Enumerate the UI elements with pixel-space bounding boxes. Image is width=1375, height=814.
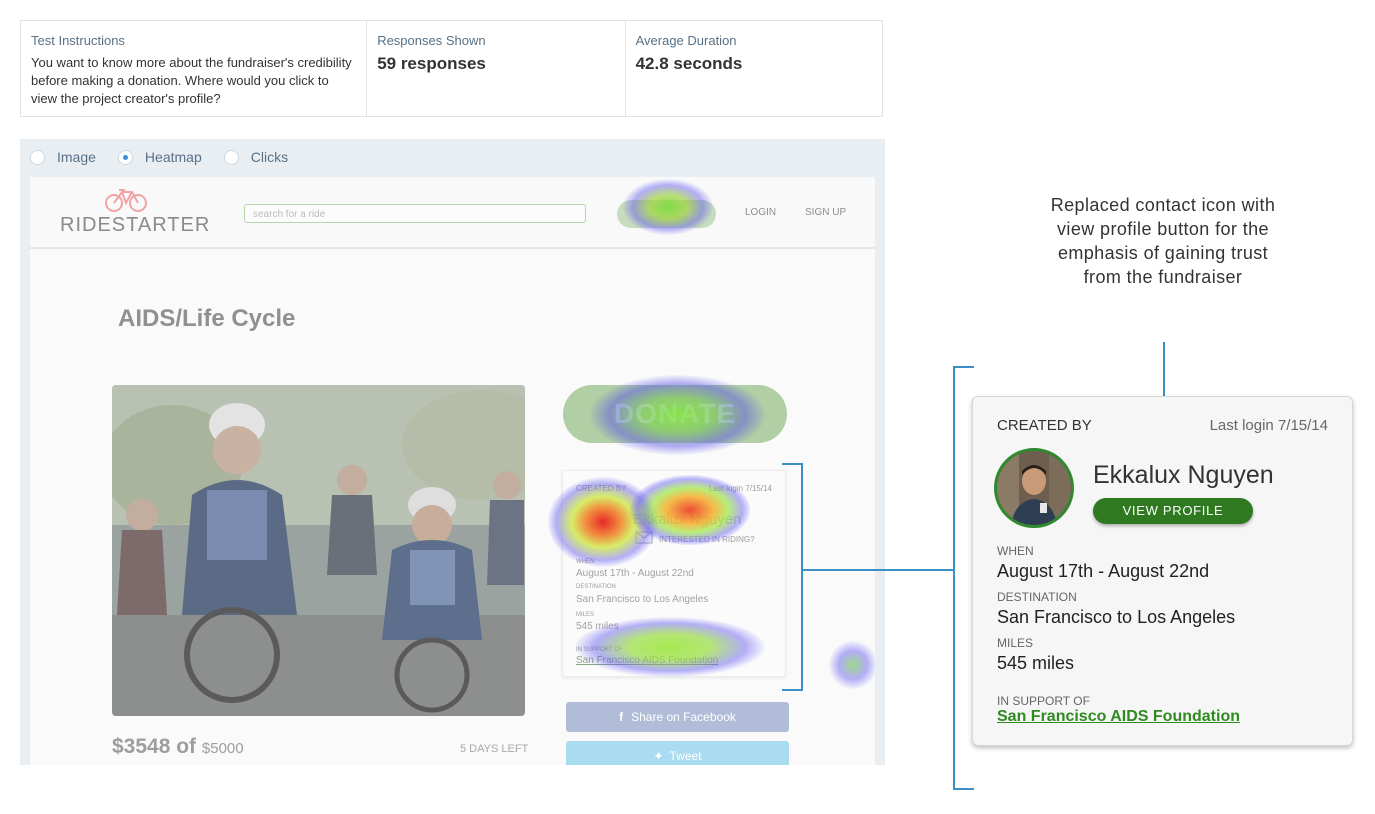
mini-destination: San Francisco to Los Angeles	[576, 594, 709, 605]
card-last-login: Last login 7/15/14	[1209, 417, 1328, 434]
view-mode-clicks[interactable]: Clicks	[223, 149, 289, 165]
mini-last-login: Last login 7/15/14	[708, 484, 772, 493]
tweet-button[interactable]: ✦ Tweet	[566, 741, 789, 765]
project-hero-image	[112, 385, 525, 716]
card-miles-label: MILES	[997, 636, 1034, 650]
share-facebook-label: Share on Facebook	[631, 710, 736, 724]
card-creator-name: Ekkalux Nguyen	[1093, 461, 1274, 489]
average-duration-value: 42.8 seconds	[635, 54, 743, 73]
view-mode-clicks-label: Clicks	[250, 149, 289, 165]
card-support-label: IN SUPPORT OF	[997, 694, 1090, 708]
mini-creator-name[interactable]: Ekkalux Nguyen	[633, 511, 741, 528]
days-left: 5 DAYS LEFT	[460, 743, 529, 755]
view-mode-image[interactable]: Image	[30, 149, 96, 165]
heatmap-spot-side	[828, 640, 875, 690]
responses-shown: Responses Shown 59 responses	[367, 21, 626, 116]
mini-created-by: CREATED BY	[576, 484, 627, 493]
view-mode-heatmap[interactable]: Heatmap	[117, 149, 202, 165]
radio-heatmap[interactable]	[117, 149, 133, 165]
mini-interested[interactable]: INTERESTED IN RIDING?	[659, 535, 755, 544]
responses-shown-value: 59 responses	[377, 54, 486, 73]
twitter-icon: ✦	[653, 749, 664, 763]
test-instructions-text: You want to know more about the fundrais…	[31, 55, 352, 106]
creator-avatar[interactable]	[994, 448, 1074, 528]
card-destination-label: DESTINATION	[997, 590, 1077, 604]
bracket-large-vertical	[953, 366, 955, 790]
view-mode-heatmap-label: Heatmap	[144, 149, 202, 165]
site-search-input[interactable]: search for a ride	[244, 204, 586, 223]
card-support-link[interactable]: San Francisco AIDS Foundation	[997, 708, 1240, 726]
card-miles: 545 miles	[997, 653, 1075, 673]
amount-goal: $5000	[201, 740, 244, 757]
amount-raised: $3548 of $5000	[112, 735, 244, 759]
signup-link[interactable]: SIGN UP	[805, 207, 846, 218]
site-creator-card: CREATED BY Last login 7/15/14 Ekkalux Ng…	[562, 470, 786, 677]
mail-icon[interactable]	[635, 531, 653, 544]
tweet-label: Tweet	[669, 749, 702, 763]
average-duration-label: Average Duration	[635, 33, 737, 48]
radio-image[interactable]	[30, 149, 45, 165]
mini-miles: 545 miles	[576, 621, 619, 632]
view-profile-button[interactable]: VIEW PROFILE	[1093, 498, 1253, 524]
average-duration: Average Duration 42.8 seconds	[626, 21, 882, 116]
site-navbar: RIDESTARTER search for a ride DISCOVER L…	[30, 177, 875, 249]
amount-raised-value: $3548 of	[112, 735, 197, 758]
project-title: AIDS/Life Cycle	[118, 305, 296, 332]
test-instructions-label: Test Instructions	[31, 33, 125, 48]
card-destination: San Francisco to Los Angeles	[997, 607, 1236, 627]
creator-profile-card: CREATED BY Last login 7/15/14 Ekkalux Ng…	[972, 396, 1353, 746]
card-when-label: WHEN	[997, 544, 1034, 558]
cyclists-photo-icon	[112, 385, 525, 716]
donate-button[interactable]: DONATE	[563, 385, 787, 443]
mini-when-label: WHEN	[576, 559, 595, 565]
bracket-large-bottom	[953, 788, 974, 790]
responses-shown-label: Responses Shown	[377, 33, 486, 48]
bracket-small-vertical	[801, 463, 803, 691]
heatmap-panel: Image Heatmap Clicks RIDESTARTER search …	[20, 139, 885, 765]
website-screenshot: RIDESTARTER search for a ride DISCOVER L…	[30, 177, 875, 765]
view-mode-selector: Image Heatmap Clicks	[30, 149, 310, 165]
person-avatar-icon	[997, 451, 1071, 525]
view-mode-image-label: Image	[57, 149, 96, 165]
test-instructions: Test Instructions You want to know more …	[21, 21, 368, 116]
bracket-small-top	[782, 463, 802, 465]
mini-miles-label: MILES	[576, 612, 595, 618]
card-when: August 17th - August 22nd	[997, 561, 1210, 581]
bike-logo-icon	[105, 189, 147, 212]
discover-button[interactable]: DISCOVER	[617, 200, 716, 228]
annotation-note: Replaced contact icon with view profile …	[1050, 195, 1276, 287]
mini-support-link[interactable]: San Francisco AIDS Foundation	[576, 655, 718, 666]
mini-when: August 17th - August 22nd	[576, 568, 694, 579]
share-facebook-button[interactable]: f Share on Facebook	[566, 702, 789, 732]
bracket-small-bottom	[782, 689, 802, 691]
mini-support-label: IN SUPPORT OF	[576, 647, 623, 653]
login-link[interactable]: LOGIN	[745, 207, 776, 218]
bracket-connector	[803, 569, 954, 571]
mini-destination-label: DESTINATION	[576, 584, 616, 590]
test-stats-bar: Test Instructions You want to know more …	[20, 20, 883, 117]
card-created-by: CREATED BY	[997, 417, 1092, 434]
bracket-large-top	[953, 366, 974, 368]
facebook-icon: f	[619, 710, 624, 724]
site-logo-text: RIDESTARTER	[60, 214, 211, 236]
radio-clicks[interactable]	[223, 149, 239, 165]
